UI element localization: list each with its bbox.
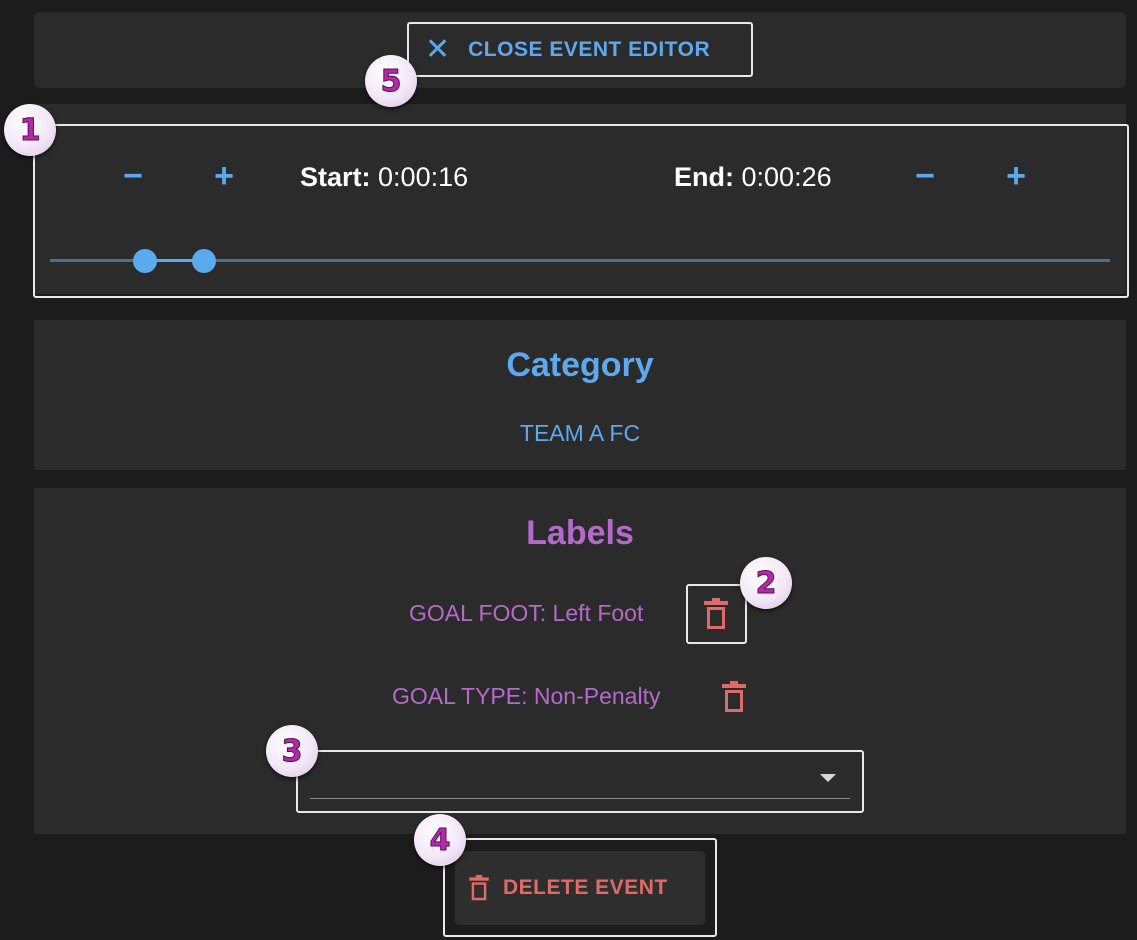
close-icon: ✕ (425, 32, 451, 67)
category-value[interactable]: TEAM A FC (34, 420, 1126, 447)
annotation-badge-5: 5 (365, 55, 417, 107)
category-title: Category (506, 346, 654, 384)
label-item-goal-foot: GOAL FOOT: Left Foot (409, 600, 644, 626)
labels-title: Labels (526, 514, 634, 552)
trash-icon[interactable] (704, 598, 728, 630)
chevron-down-icon (820, 774, 836, 782)
annotation-badge-4: 4 (414, 814, 466, 866)
start-time: Start: 0:00:16 (300, 162, 468, 193)
end-increment-button[interactable]: + (1001, 157, 1031, 195)
start-time-value: 0:00:16 (378, 162, 469, 192)
start-time-label: Start: (300, 162, 371, 192)
annotation-badge-1: 1 (4, 104, 56, 156)
select-underline (310, 798, 850, 799)
delete-event-button[interactable]: DELETE EVENT (455, 851, 705, 925)
annotation-badge-2: 2 (740, 557, 792, 609)
end-slider-thumb[interactable] (191, 249, 216, 273)
delete-event-label: DELETE EVENT (503, 876, 668, 899)
time-range-highlight (33, 124, 1129, 298)
trash-icon (469, 875, 489, 901)
label-item-goal-type: GOAL TYPE: Non-Penalty (392, 683, 661, 709)
add-label-select[interactable] (296, 750, 864, 813)
start-increment-button[interactable]: + (209, 157, 239, 195)
close-editor-button[interactable]: ✕ CLOSE EVENT EDITOR (407, 22, 753, 77)
end-time-label: End: (674, 162, 734, 192)
start-decrement-button[interactable]: − (118, 157, 148, 195)
annotation-badge-3: 3 (266, 725, 318, 777)
close-editor-label: CLOSE EVENT EDITOR (468, 37, 711, 61)
end-decrement-button[interactable]: − (910, 157, 940, 195)
end-time-value: 0:00:26 (741, 162, 832, 192)
category-panel (34, 320, 1126, 470)
end-time: End: 0:00:26 (674, 162, 832, 193)
trash-icon[interactable] (722, 681, 746, 713)
